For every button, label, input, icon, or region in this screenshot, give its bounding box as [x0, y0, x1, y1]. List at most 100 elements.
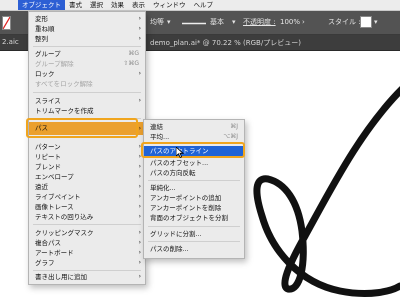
submenu-item-split-into-grid[interactable]: グリッドに分割... — [144, 229, 244, 239]
menu-item-label: グループ — [35, 50, 61, 58]
submenu-item-simplify[interactable]: 単純化... — [144, 183, 244, 193]
menu-item-label: アンカーポイントを削除 — [150, 204, 222, 212]
menu-item-label: すべてをロック解除 — [35, 80, 93, 88]
menu-help[interactable]: ヘルプ — [190, 0, 218, 10]
menu-item-graph[interactable]: グラフ › — [29, 258, 145, 268]
menu-separator — [148, 180, 240, 181]
menu-item-label: アートボード — [35, 249, 74, 257]
uniform-label[interactable]: 均等 — [150, 18, 164, 27]
submenu-item-offset-path[interactable]: パスのオフセット... — [144, 158, 244, 168]
object-menu: 変形 › 重ね順 › 整列 › グループ ⌘G グループ解除 ⇧⌘G ロック › すべてをロ… — [28, 11, 146, 285]
submenu-item-remove-anchor-points[interactable]: アンカーポイントを削除 — [144, 203, 244, 213]
menu-item-label: パスのオフセット... — [150, 159, 209, 167]
chevron-right-icon: › — [138, 249, 141, 256]
menu-item-compound-path[interactable]: 複合パス › — [29, 238, 145, 248]
shortcut-label: ⌥⌘J — [223, 133, 238, 140]
menu-item-label: テキストの回り込み — [35, 213, 94, 221]
menu-item-label: ブレンド — [35, 163, 61, 171]
previous-tab-name[interactable]: 2.aic — [2, 38, 19, 46]
menu-item-clipping-mask[interactable]: クリッピングマスク › — [29, 228, 145, 238]
chevron-right-icon: › — [138, 213, 141, 220]
menu-item-image-trace[interactable]: 画像トレース › — [29, 202, 145, 212]
menu-item-unlock-all: すべてをロック解除 — [29, 79, 145, 89]
menu-effect[interactable]: 効果 — [107, 0, 128, 10]
menu-item-label: グループ解除 — [35, 60, 74, 68]
submenu-item-join[interactable]: 連結 ⌘J — [144, 122, 244, 132]
menu-item-create-trim-marks[interactable]: トリムマークを作成 — [29, 106, 145, 116]
menu-item-arrange[interactable]: 重ね順 › — [29, 24, 145, 34]
menu-separator — [148, 226, 240, 227]
menu-item-label: パターン — [35, 143, 61, 151]
menu-edit-fragment[interactable] — [0, 0, 18, 10]
menu-window[interactable]: ウィンドウ — [149, 0, 190, 10]
menu-separator — [33, 92, 141, 93]
menu-item-label: 単純化... — [150, 184, 176, 192]
menu-item-group[interactable]: グループ ⌘G — [29, 49, 145, 59]
chevron-right-icon: › — [138, 70, 141, 77]
menu-bar: オブジェクト 書式 選択 効果 表示 ウィンドウ ヘルプ — [0, 0, 400, 11]
stroke-profile-dropdown-icon[interactable]: ▾ — [232, 18, 236, 27]
stroke-profile-line-icon — [182, 22, 206, 25]
menu-item-perspective[interactable]: 遠近 › — [29, 182, 145, 192]
stroke-profile-label[interactable]: 基本 — [210, 18, 224, 27]
menu-item-label: 連結 — [150, 123, 163, 131]
menu-item-envelope[interactable]: エンベロープ › — [29, 172, 145, 182]
submenu-item-average[interactable]: 平均... ⌥⌘J — [144, 132, 244, 142]
menu-item-label: 背面のオブジェクトを分割 — [150, 214, 228, 222]
menu-select[interactable]: 選択 — [86, 0, 107, 10]
menu-item-label: 整列 — [35, 35, 48, 43]
submenu-item-add-anchor-points[interactable]: アンカーポイントの追加 — [144, 193, 244, 203]
menu-item-label: 変形 — [35, 15, 48, 23]
menu-item-pattern[interactable]: パターン › — [29, 142, 145, 152]
fill-swatch[interactable] — [2, 16, 11, 30]
chevron-right-icon: › — [138, 35, 141, 42]
submenu-item-divide-objects-below[interactable]: 背面のオブジェクトを分割 — [144, 213, 244, 223]
menu-item-artboards[interactable]: アートボード › — [29, 248, 145, 258]
menu-item-repeat[interactable]: リピート › — [29, 152, 145, 162]
menu-item-label: ロック — [35, 70, 55, 78]
menu-item-label: 複合パス — [35, 239, 61, 247]
path-submenu: 連結⌘J 平均...⌥⌘J パスのアウトライン パスのオフセット... パスの方… — [143, 119, 245, 259]
menu-view[interactable]: 表示 — [128, 0, 149, 10]
menu-separator — [33, 224, 141, 225]
chevron-right-icon: › — [138, 97, 141, 104]
menu-item-label: エンベロープ — [35, 173, 74, 181]
menu-item-label: クリッピングマスク — [35, 229, 94, 237]
chevron-right-icon: › — [138, 193, 141, 200]
shortcut-label: ⇧⌘G — [123, 60, 139, 67]
chevron-right-icon: › — [138, 25, 141, 32]
menu-item-label: 画像トレース — [35, 203, 74, 211]
menu-item-label: ライブペイント — [35, 193, 81, 201]
menu-item-align[interactable]: 整列 › — [29, 34, 145, 44]
chevron-right-icon: › — [138, 173, 141, 180]
style-label: スタイル : — [328, 18, 361, 26]
shortcut-label: ⌘G — [128, 50, 139, 57]
menu-item-transform[interactable]: 変形 › — [29, 14, 145, 24]
menu-item-text-wrap[interactable]: テキストの回り込み › — [29, 212, 145, 222]
submenu-item-clean-up[interactable]: パスの削除... — [144, 244, 244, 254]
style-dropdown-icon[interactable]: ▾ — [374, 18, 378, 27]
chevron-right-icon: › — [138, 183, 141, 190]
menu-item-label: トリムマークを作成 — [35, 107, 94, 115]
shortcut-label: ⌘J — [230, 123, 238, 130]
menu-item-blend[interactable]: ブレンド › — [29, 162, 145, 172]
menu-object[interactable]: オブジェクト — [18, 0, 65, 10]
chevron-right-icon: › — [138, 15, 141, 22]
chevron-right-icon: › — [138, 203, 141, 210]
submenu-item-reverse-path-direction[interactable]: パスの方向反転 — [144, 168, 244, 178]
opacity-dropdown-icon[interactable]: › — [302, 18, 305, 27]
menu-item-label: グリッドに分割... — [150, 230, 202, 238]
menu-item-label: グラフ — [35, 259, 55, 267]
menu-type[interactable]: 書式 — [65, 0, 86, 10]
uniform-dropdown-icon[interactable]: ▾ — [167, 18, 171, 27]
menu-item-live-paint[interactable]: ライブペイント › — [29, 192, 145, 202]
path-menu-callout — [26, 118, 138, 138]
menu-item-add-to-export[interactable]: 書き出し用に追加 › — [29, 272, 145, 282]
style-swatch[interactable] — [360, 16, 372, 28]
chevron-right-icon: › — [138, 229, 141, 236]
menu-item-slice[interactable]: スライス › — [29, 96, 145, 106]
mouse-cursor-icon — [176, 147, 184, 158]
menu-item-lock[interactable]: ロック › — [29, 69, 145, 79]
opacity-value[interactable]: 100% — [280, 18, 300, 27]
document-tab-title[interactable]: demo_plan.ai* @ 70.22 % (RGB/プレビュー) — [150, 38, 301, 48]
